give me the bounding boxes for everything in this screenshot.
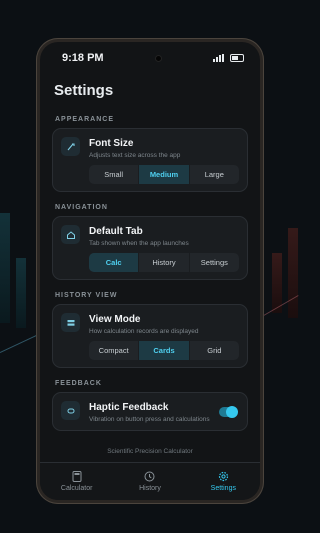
view-mode-option-grid[interactable]: Grid <box>190 341 239 360</box>
footer-note: Scientific Precision Calculator <box>107 448 193 455</box>
clock-icon <box>144 471 155 482</box>
calculator-icon <box>71 471 82 482</box>
font-size-selector: Small Medium Large <box>89 165 239 184</box>
home-icon <box>61 225 80 244</box>
default-tab-card: Default Tab Tab shown when the app launc… <box>52 216 248 280</box>
battery-icon <box>229 54 244 62</box>
default-tab-option-calc[interactable]: Calc <box>89 253 140 272</box>
section-label-feedback: FEEDBACK <box>55 380 102 387</box>
default-tab-selector: Calc History Settings <box>89 253 239 272</box>
background-line <box>0 333 41 353</box>
background-bar <box>0 213 10 323</box>
background-bar <box>288 228 298 318</box>
background-bar <box>16 258 26 328</box>
status-time: 9:18 PM <box>62 52 104 64</box>
signal-icon <box>212 54 224 62</box>
default-tab-title: Default Tab <box>89 226 143 237</box>
view-mode-icon <box>61 313 80 332</box>
gear-icon <box>218 471 229 482</box>
page-title: Settings <box>54 82 114 99</box>
haptic-feedback-title: Haptic Feedback <box>89 402 169 413</box>
haptic-feedback-card: Haptic Feedback Vibration on button pres… <box>52 392 248 431</box>
default-tab-option-settings[interactable]: Settings <box>190 253 239 272</box>
vibration-icon <box>61 401 80 420</box>
tab-settings-label: Settings <box>210 485 236 492</box>
phone-frame: 9:18 PM Settings APPEARANCE Font Size Ad… <box>36 38 264 504</box>
view-mode-title: View Mode <box>89 314 141 325</box>
font-size-option-small[interactable]: Small <box>89 165 140 184</box>
haptic-feedback-toggle[interactable] <box>219 406 238 418</box>
status-icons <box>212 54 244 62</box>
default-tab-subtitle: Tab shown when the app launches <box>89 240 189 247</box>
tab-settings[interactable]: Settings <box>187 463 260 500</box>
status-bar: 9:18 PM <box>40 42 260 74</box>
font-size-option-large[interactable]: Large <box>190 165 239 184</box>
view-mode-card: View Mode How calculation records are di… <box>52 304 248 368</box>
font-size-title: Font Size <box>89 138 134 149</box>
section-label-appearance: APPEARANCE <box>55 116 115 123</box>
tab-history[interactable]: History <box>113 463 186 500</box>
section-label-navigation: NAVIGATION <box>55 204 108 211</box>
camera-hole <box>154 54 162 62</box>
view-mode-subtitle: How calculation records are displayed <box>89 328 199 335</box>
bottom-tab-bar: Calculator History Settings <box>40 462 260 500</box>
view-mode-option-cards[interactable]: Cards <box>139 341 190 360</box>
tab-calculator[interactable]: Calculator <box>40 463 113 500</box>
font-size-subtitle: Adjusts text size across the app <box>89 152 181 159</box>
font-size-option-medium[interactable]: Medium <box>139 165 190 184</box>
section-label-history-view: HISTORY VIEW <box>55 292 118 299</box>
default-tab-option-history[interactable]: History <box>139 253 190 272</box>
tab-history-label: History <box>139 485 161 492</box>
haptic-feedback-subtitle: Vibration on button press and calculatio… <box>89 416 210 423</box>
view-mode-option-compact[interactable]: Compact <box>89 341 140 360</box>
font-size-card: Font Size Adjusts text size across the a… <box>52 128 248 192</box>
tab-calculator-label: Calculator <box>60 485 93 492</box>
view-mode-selector: Compact Cards Grid <box>89 341 239 360</box>
font-size-icon <box>61 137 80 156</box>
app-screen: 9:18 PM Settings APPEARANCE Font Size Ad… <box>40 42 260 500</box>
